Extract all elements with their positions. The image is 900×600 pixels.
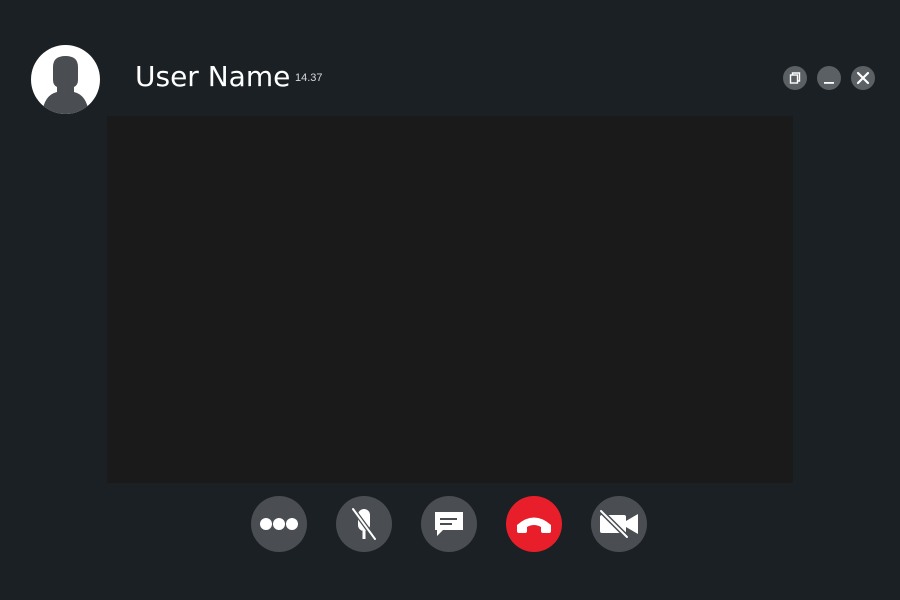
user-silhouette-icon <box>42 56 89 114</box>
call-timer: 14.37 <box>295 72 323 84</box>
restore-button[interactable] <box>783 66 807 90</box>
restore-icon <box>789 72 801 84</box>
video-call-window: User Name 14.37 <box>0 0 900 600</box>
video-feed <box>107 116 793 483</box>
window-controls <box>783 66 875 90</box>
microphone-muted-icon <box>350 506 378 542</box>
minimize-button[interactable] <box>817 66 841 90</box>
minimize-icon <box>824 82 834 84</box>
more-options-button[interactable] <box>251 496 307 552</box>
mute-microphone-button[interactable] <box>336 496 392 552</box>
call-controls-bar <box>251 496 647 552</box>
toggle-video-button[interactable] <box>591 496 647 552</box>
chat-icon <box>435 512 463 536</box>
chat-button[interactable] <box>421 496 477 552</box>
avatar[interactable] <box>31 45 100 114</box>
end-call-button[interactable] <box>506 496 562 552</box>
close-button[interactable] <box>851 66 875 90</box>
end-call-icon <box>517 517 551 533</box>
caller-name: User Name <box>135 60 291 93</box>
more-options-icon <box>260 518 298 530</box>
video-off-icon <box>598 508 638 540</box>
close-icon <box>856 71 870 85</box>
